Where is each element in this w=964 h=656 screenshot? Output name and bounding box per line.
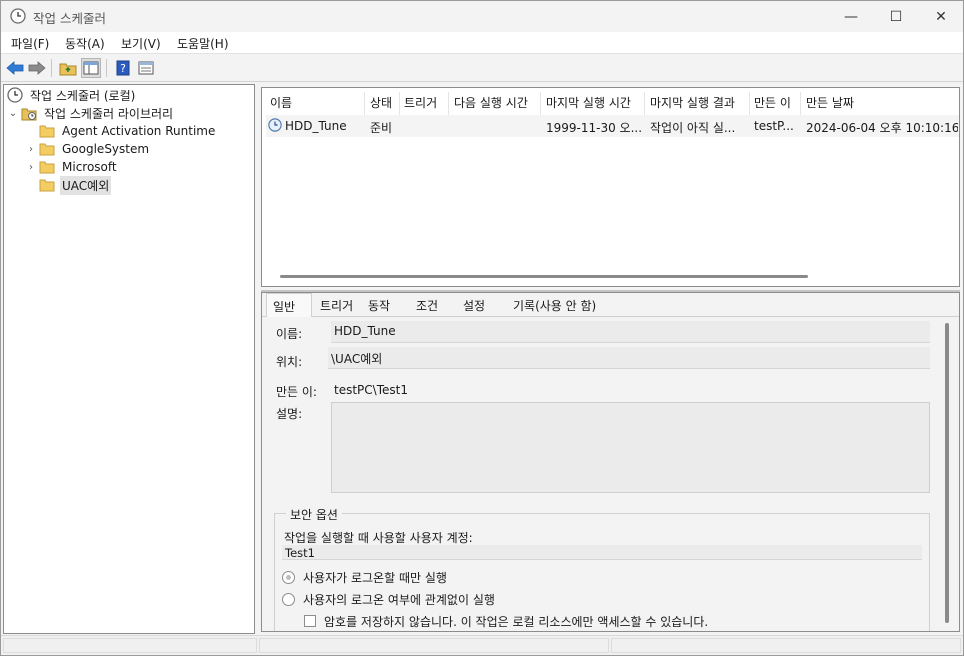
name-label: 이름: [276, 327, 303, 341]
back-button[interactable] [5, 58, 25, 78]
horizontal-scrollbar[interactable] [280, 275, 808, 278]
clock-icon [6, 87, 24, 103]
folder-icon [38, 159, 56, 175]
maximize-button[interactable]: ☐ [873, 1, 919, 32]
task-scheduler-window: 작업 스케줄러 — ☐ ✕ 파일(F) 동작(A) 보기(V) 도움말(H) ? [0, 0, 964, 656]
folder-up-icon [59, 63, 77, 76]
menu-view[interactable]: 보기(V) [121, 35, 161, 52]
column-header-name[interactable]: 이름 [270, 94, 292, 111]
location-label: 위치: [276, 355, 303, 369]
toolbar: ? [1, 55, 963, 82]
name-field[interactable]: HDD_Tune [331, 321, 930, 343]
vertical-scrollbar[interactable] [945, 323, 949, 623]
folder-icon [38, 141, 56, 157]
column-header-trigger[interactable]: 트리거 [404, 94, 437, 111]
author-value: testPC\Test1 [334, 383, 408, 397]
tree-library-label: 작업 스케줄러 라이브러리 [44, 106, 174, 121]
title-bar: 작업 스케줄러 — ☐ ✕ [1, 1, 963, 32]
tab-conditions[interactable]: 조건 [414, 297, 440, 314]
tree-item-googlesystem[interactable]: › GoogleSystem [24, 140, 151, 158]
tree-item-agent-activation-runtime[interactable]: Agent Activation Runtime [24, 122, 217, 140]
close-icon: ✕ [935, 8, 947, 25]
task-last-run-cell: 1999-11-30 오... [546, 121, 642, 135]
task-name-cell: HDD_Tune [285, 119, 347, 133]
tree-item-root[interactable]: 작업 스케줄러 (로컬) [6, 86, 137, 104]
tree-item-microsoft[interactable]: › Microsoft [24, 158, 119, 176]
properties-button[interactable] [136, 58, 156, 78]
tab-actions[interactable]: 동작 [366, 297, 392, 314]
toolbar-separator [51, 59, 52, 77]
run-whether-logged-on-label: 사용자의 로그온 여부에 관계없이 실행 [303, 593, 495, 607]
author-label: 만든 이: [276, 385, 317, 399]
close-button[interactable]: ✕ [918, 1, 963, 32]
run-whether-logged-on-radio[interactable] [282, 593, 295, 606]
location-field[interactable]: \UAC예외 [328, 347, 930, 369]
minimize-icon: — [844, 8, 858, 25]
task-list: 이름 상태 트리거 다음 실행 시간 마지막 실행 시간 마지막 실행 결과 만… [261, 87, 960, 287]
navigation-tree: 작업 스케줄러 (로컬) ⌄ 작업 스케줄러 라이브러리 Agent Activ… [3, 84, 255, 634]
status-bar [1, 635, 963, 655]
column-header-status[interactable]: 상태 [370, 94, 392, 111]
task-clock-icon [268, 118, 282, 135]
clock-icon [10, 8, 26, 24]
up-folder-button[interactable] [58, 58, 78, 78]
detail-tabs: 일반 트리거 동작 조건 설정 기록(사용 안 함) [262, 293, 959, 317]
tree-item-uac-exception[interactable]: UAC예외 [24, 175, 112, 195]
show-hide-tree-icon [83, 61, 99, 75]
tree-folder-label: Agent Activation Runtime [62, 124, 216, 138]
column-header-last-result[interactable]: 마지막 실행 결과 [650, 94, 735, 111]
tab-history[interactable]: 기록(사용 안 함) [511, 297, 598, 314]
column-header-last-run[interactable]: 마지막 실행 시간 [546, 94, 631, 111]
menu-action[interactable]: 동작(A) [65, 35, 105, 52]
menu-bar: 파일(F) 동작(A) 보기(V) 도움말(H) [1, 32, 963, 54]
help-icon: ? [116, 60, 130, 76]
tree-folder-label: GoogleSystem [62, 142, 150, 156]
account-field: Test1 [282, 545, 922, 560]
run-only-logged-on-radio[interactable] [282, 571, 295, 584]
properties-icon [138, 61, 154, 75]
run-only-logged-on-label: 사용자가 로그온할 때만 실행 [303, 571, 447, 585]
minimize-button[interactable]: — [828, 1, 874, 32]
column-header-author[interactable]: 만든 이 [754, 94, 791, 111]
tree-folder-label: UAC예외 [60, 175, 112, 195]
show-tree-button[interactable] [81, 58, 101, 78]
description-field[interactable] [331, 402, 930, 493]
toolbar-separator [106, 59, 107, 77]
tab-triggers[interactable]: 트리거 [318, 297, 355, 314]
task-details: 일반 트리거 동작 조건 설정 기록(사용 안 함) 이름: HDD_Tune … [261, 292, 960, 632]
tab-settings[interactable]: 설정 [461, 297, 487, 314]
help-button[interactable]: ? [113, 58, 133, 78]
tab-general[interactable]: 일반 [266, 293, 312, 317]
column-header-created[interactable]: 만든 날짜 [806, 94, 854, 111]
menu-file[interactable]: 파일(F) [11, 35, 49, 52]
tree-folder-label: Microsoft [62, 160, 117, 174]
folder-icon [38, 123, 56, 139]
task-status-cell: 준비 [370, 121, 393, 135]
task-last-result-cell: 작업이 아직 실... [650, 121, 736, 135]
svg-text:?: ? [120, 62, 126, 75]
chevron-right-icon[interactable]: › [24, 144, 38, 155]
content-pane: 이름 상태 트리거 다음 실행 시간 마지막 실행 시간 마지막 실행 결과 만… [258, 84, 962, 634]
column-header-next-run[interactable]: 다음 실행 시간 [454, 94, 528, 111]
security-options-title: 보안 옵션 [286, 506, 342, 523]
task-author-cell: testP... [754, 119, 794, 133]
window-title: 작업 스케줄러 [33, 11, 106, 26]
do-not-store-password-checkbox[interactable] [304, 615, 316, 627]
chevron-right-icon[interactable]: › [24, 162, 38, 173]
menu-help[interactable]: 도움말(H) [177, 35, 229, 52]
folder-icon [38, 177, 56, 193]
forward-button[interactable] [27, 58, 47, 78]
forward-arrow-icon [28, 61, 46, 75]
tree-item-library[interactable]: ⌄ 작업 스케줄러 라이브러리 [6, 104, 175, 122]
maximize-icon: ☐ [889, 8, 903, 25]
chevron-down-icon[interactable]: ⌄ [6, 108, 20, 119]
task-created-cell: 2024-06-04 오후 10:10:16 [806, 121, 958, 135]
tree-root-label: 작업 스케줄러 (로컬) [30, 88, 136, 103]
back-arrow-icon [6, 61, 24, 75]
scheduler-folder-icon [20, 105, 38, 121]
description-label: 설명: [276, 407, 303, 421]
account-label: 작업을 실행할 때 사용할 사용자 계정: [284, 531, 473, 545]
do-not-store-password-label: 암호를 저장하지 않습니다. 이 작업은 로컬 리소스에만 액세스할 수 있습니… [324, 615, 709, 629]
